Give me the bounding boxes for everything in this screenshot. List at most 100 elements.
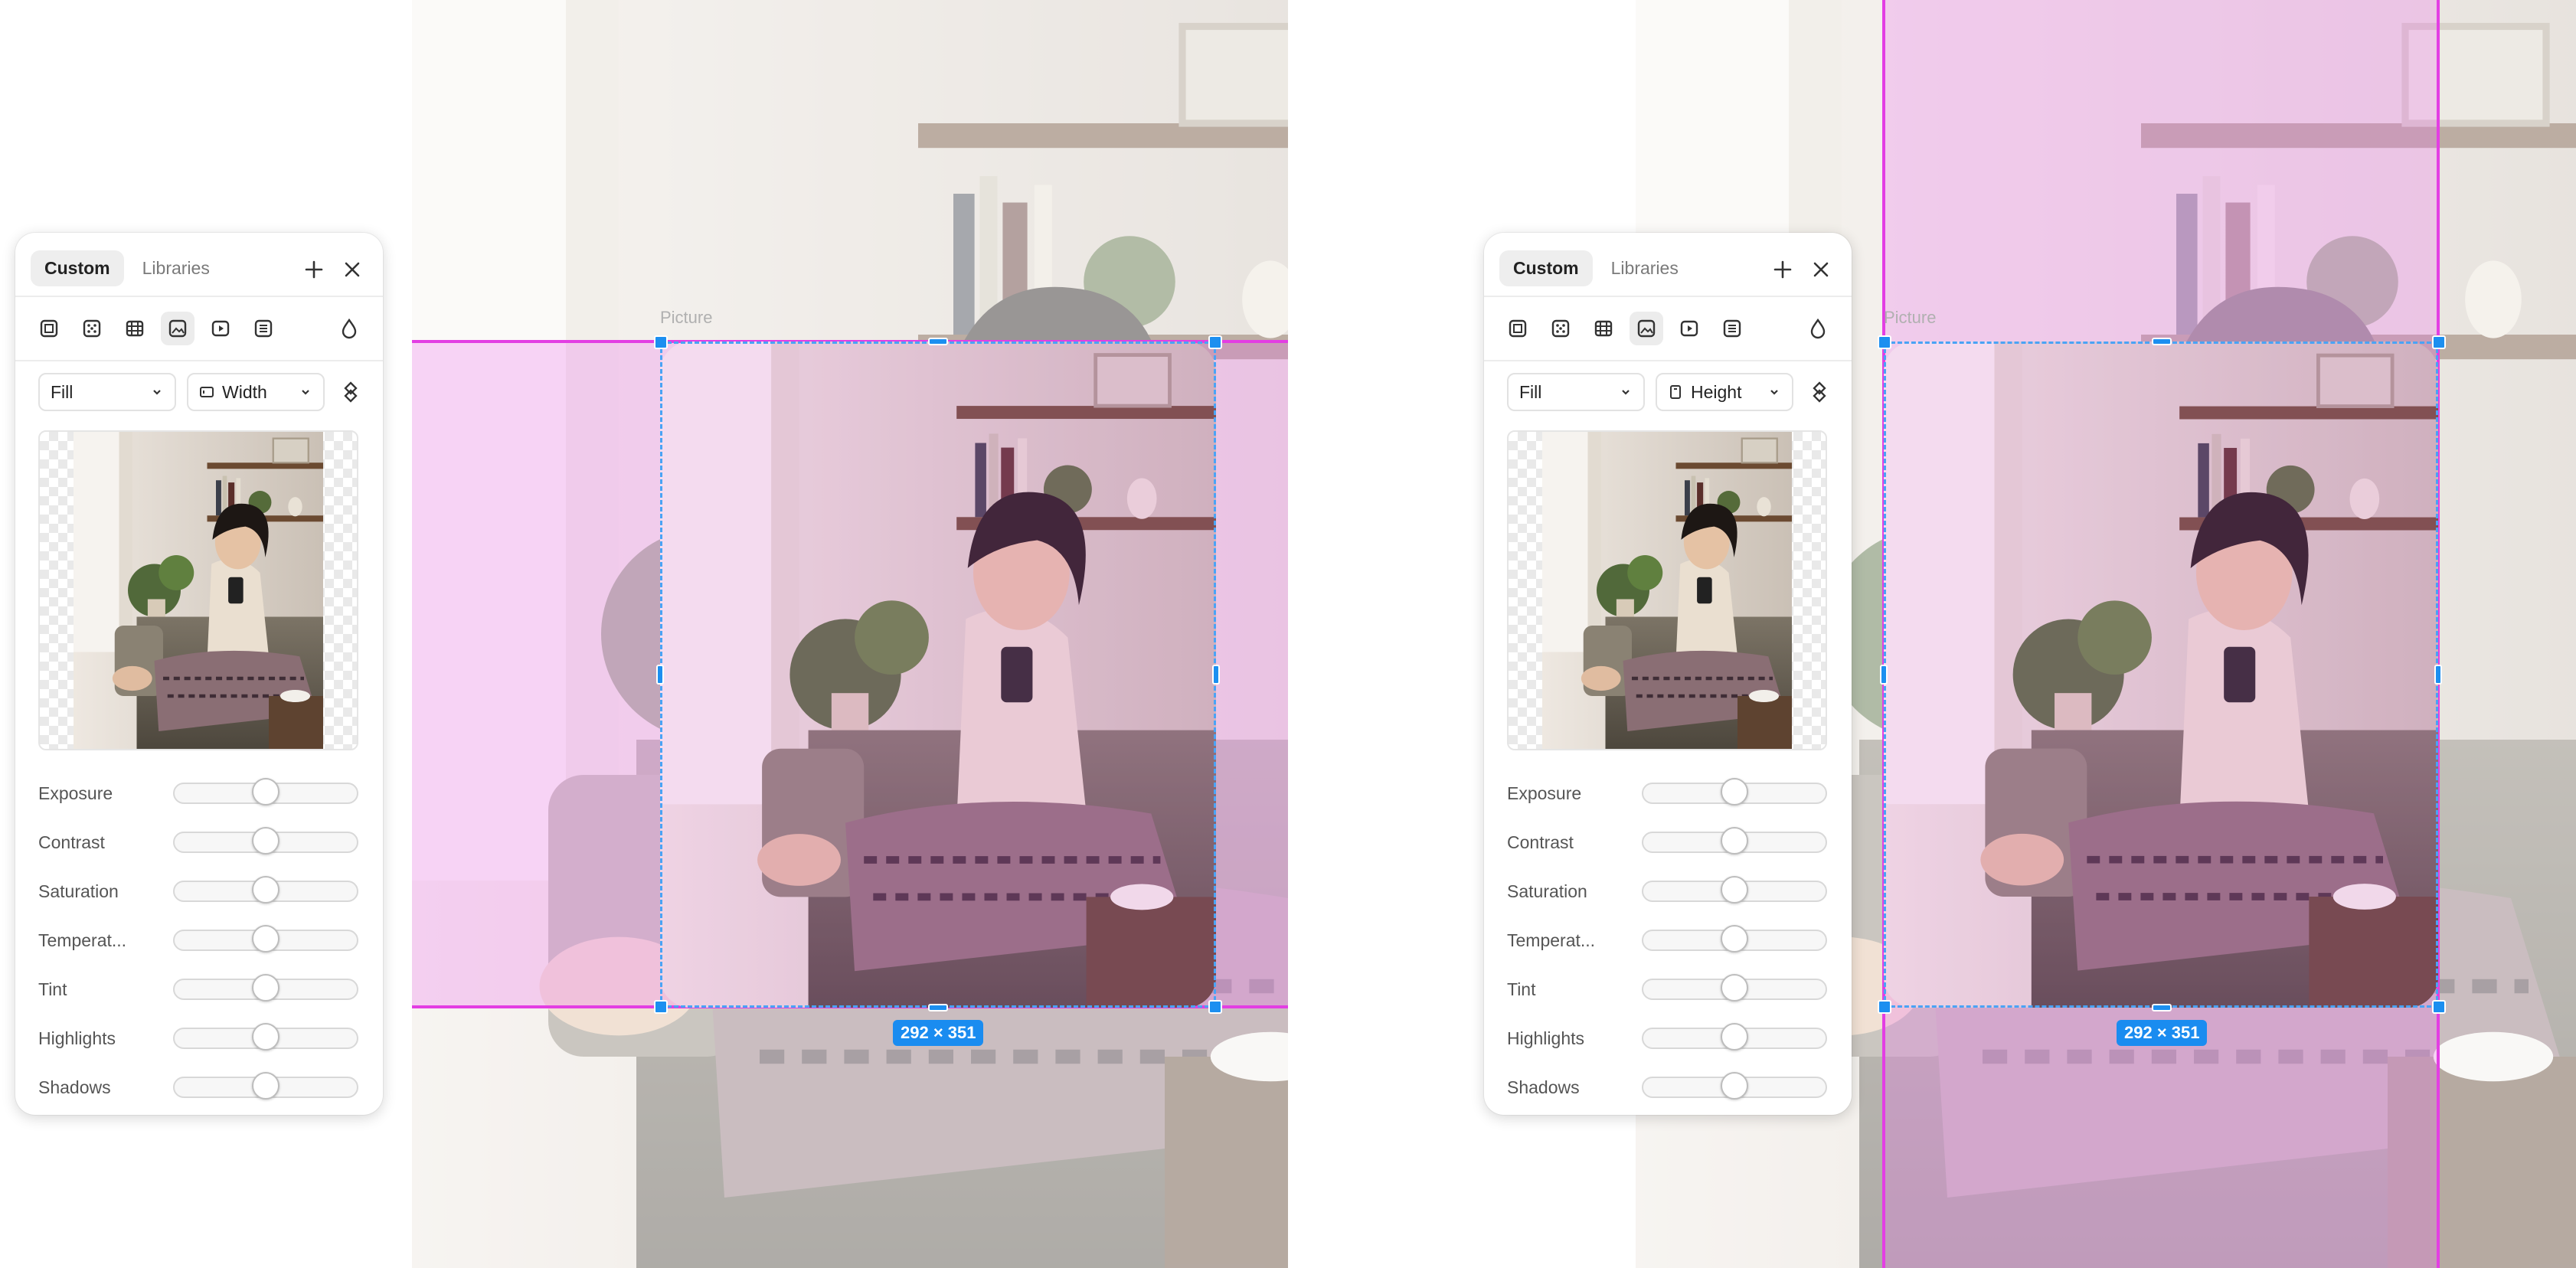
slider-row: Tint [38, 965, 360, 1014]
highlights-slider[interactable] [1642, 1023, 1827, 1051]
slider-label: Contrast [1507, 832, 1574, 852]
film-tool-icon[interactable] [118, 312, 152, 345]
slider-knob[interactable] [1721, 876, 1748, 904]
slider-label: Contrast [38, 832, 105, 852]
slider-label: Exposure [38, 783, 113, 803]
slider-row: Saturation [1507, 867, 1829, 916]
slider-knob[interactable] [252, 778, 280, 806]
slider-label: Shadows [1507, 1077, 1580, 1097]
fill-mode-select[interactable]: Fill [38, 373, 176, 411]
slider-knob[interactable] [1721, 925, 1748, 953]
resize-handle-left[interactable] [1880, 665, 1888, 685]
size-badge: 292 × 351 [2117, 1020, 2208, 1046]
resize-handle-bottom[interactable] [928, 1004, 948, 1011]
tab-libraries[interactable]: Libraries [1597, 250, 1692, 286]
drop-icon[interactable] [1801, 312, 1835, 345]
tab-custom[interactable]: Custom [1499, 250, 1593, 286]
text-lines-tool-icon[interactable] [1715, 312, 1749, 345]
tint-slider[interactable] [1642, 974, 1827, 1002]
slider-knob[interactable] [252, 925, 280, 953]
text-lines-tool-icon[interactable] [247, 312, 280, 345]
temperature-slider[interactable] [173, 925, 358, 953]
image-tool-icon[interactable] [1630, 312, 1663, 345]
canvas-view-height: Picture 292 × 351 Custom Libraries Fill … [1288, 0, 2576, 1268]
slider-knob[interactable] [252, 1023, 280, 1051]
height-frame-icon [1670, 385, 1681, 399]
resize-handle-top-left[interactable] [1878, 335, 1891, 349]
frame-tool-icon[interactable] [32, 312, 66, 345]
plus-icon[interactable] [1767, 254, 1798, 285]
resize-handle-top-right[interactable] [1208, 335, 1222, 349]
slider-row: Shadows [38, 1063, 360, 1112]
slider-knob[interactable] [252, 827, 280, 855]
fit-mode-select[interactable]: Height [1656, 373, 1793, 411]
slider-knob[interactable] [252, 876, 280, 904]
width-frame-icon [200, 387, 214, 397]
slider-knob[interactable] [1721, 827, 1748, 855]
exposure-slider[interactable] [1642, 778, 1827, 806]
adjustment-sliders: Exposure Contrast Saturation Temperat...… [1507, 769, 1829, 1112]
slider-label: Saturation [38, 881, 119, 901]
slider-row: Temperat... [1507, 916, 1829, 965]
resize-handle-bottom-right[interactable] [1208, 1000, 1222, 1014]
close-icon[interactable] [1806, 254, 1836, 285]
frame-tool-icon[interactable] [1501, 312, 1535, 345]
close-icon[interactable] [337, 254, 368, 285]
saturation-slider[interactable] [173, 876, 358, 904]
video-tool-icon[interactable] [204, 312, 237, 345]
exposure-slider[interactable] [173, 778, 358, 806]
slider-label: Tint [38, 979, 67, 999]
contrast-slider[interactable] [1642, 827, 1827, 855]
resize-handle-bottom-right[interactable] [2432, 1000, 2446, 1014]
resize-handle-top-right[interactable] [2432, 335, 2446, 349]
tint-slider[interactable] [173, 974, 358, 1002]
dither-tool-icon[interactable] [1544, 312, 1577, 345]
tab-custom[interactable]: Custom [31, 250, 124, 286]
slider-row: Temperat... [38, 916, 360, 965]
fit-mode-select[interactable]: Width [187, 373, 325, 411]
slider-label: Highlights [1507, 1028, 1584, 1048]
resize-handle-bottom-left[interactable] [654, 1000, 668, 1014]
saturation-slider[interactable] [1642, 876, 1827, 904]
slider-knob[interactable] [1721, 778, 1748, 806]
adjustment-sliders: Exposure Contrast Saturation Temperat...… [38, 769, 360, 1112]
swap-icon[interactable] [335, 377, 366, 407]
slider-row: Tint [1507, 965, 1829, 1014]
slider-knob[interactable] [1721, 974, 1748, 1002]
slider-knob[interactable] [252, 974, 280, 1002]
image-tool-icon[interactable] [161, 312, 195, 345]
resize-handle-bottom-left[interactable] [1878, 1000, 1891, 1014]
resize-handle-right[interactable] [1212, 665, 1220, 685]
panel-tabs: Custom Libraries [1499, 248, 1697, 288]
slider-knob[interactable] [1721, 1023, 1748, 1051]
panel-tabs: Custom Libraries [31, 248, 228, 288]
video-tool-icon[interactable] [1672, 312, 1706, 345]
resize-handle-right[interactable] [2434, 665, 2442, 685]
resize-handle-left[interactable] [656, 665, 664, 685]
drop-icon[interactable] [332, 312, 366, 345]
slider-knob[interactable] [252, 1072, 280, 1100]
image-preview[interactable] [38, 430, 358, 750]
slider-row: Highlights [1507, 1014, 1829, 1063]
image-fill-panel: Custom Libraries Fill [1484, 233, 1852, 1115]
film-tool-icon[interactable] [1587, 312, 1620, 345]
resize-handle-top[interactable] [2152, 338, 2172, 345]
image-preview[interactable] [1507, 430, 1827, 750]
fill-mode-select[interactable]: Fill [1507, 373, 1645, 411]
highlights-slider[interactable] [173, 1023, 358, 1051]
plus-icon[interactable] [299, 254, 329, 285]
contrast-slider[interactable] [173, 827, 358, 855]
dither-tool-icon[interactable] [75, 312, 109, 345]
swap-icon[interactable] [1804, 377, 1835, 407]
fill-mode-value: Fill [51, 381, 74, 402]
tab-libraries[interactable]: Libraries [129, 250, 224, 286]
resize-handle-bottom[interactable] [2152, 1004, 2172, 1011]
shadows-slider[interactable] [1642, 1072, 1827, 1100]
slider-knob[interactable] [1721, 1072, 1748, 1100]
temperature-slider[interactable] [1642, 925, 1827, 953]
canvas-view-width: Picture 292 × 351 Custom Libraries Fill … [0, 0, 1288, 1268]
resize-handle-top[interactable] [928, 338, 948, 345]
frame-label: Picture [1884, 308, 1937, 327]
shadows-slider[interactable] [173, 1072, 358, 1100]
resize-handle-top-left[interactable] [654, 335, 668, 349]
